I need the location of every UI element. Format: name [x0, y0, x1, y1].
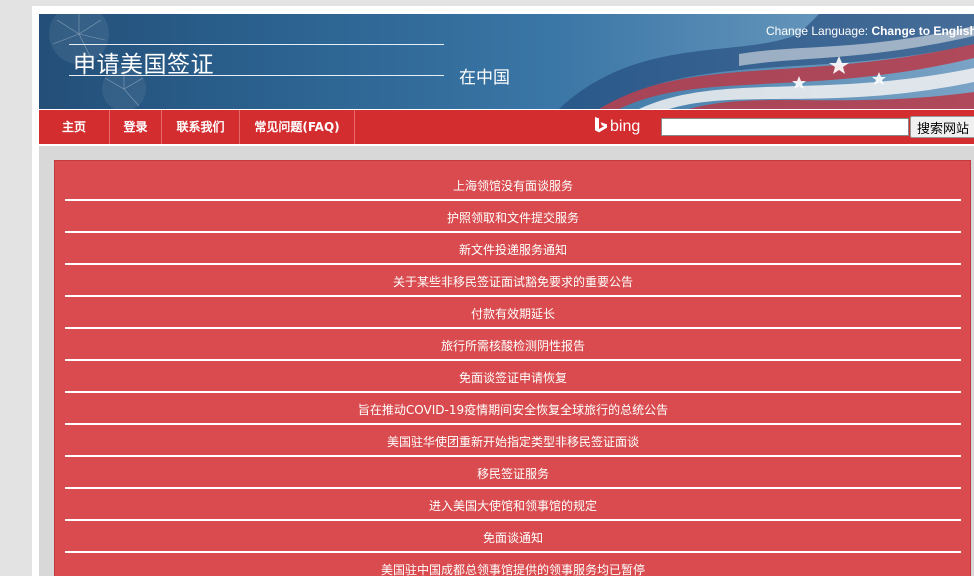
notice-link-interview-waiver-notice[interactable]: 免面谈通知	[65, 523, 961, 553]
nav-contact-us[interactable]: 联系我们	[162, 110, 240, 144]
page: 申请美国签证 在中国 Change Language: Change to En…	[32, 6, 974, 576]
bing-icon	[595, 117, 607, 133]
notice-link-chengdu-suspended[interactable]: 美国驻中国成都总领事馆提供的领事服务均已暂停	[65, 555, 961, 576]
bing-wordmark: bing	[610, 118, 641, 135]
notice-link-immigrant-visa-services[interactable]: 移民签证服务	[65, 459, 961, 489]
bing-logo: bing	[594, 116, 640, 138]
site-search-input[interactable]	[661, 118, 909, 136]
search-site-button[interactable]: 搜索网站	[910, 116, 974, 138]
site-title: 申请美国签证	[73, 52, 214, 78]
notice-link-waiver-resumed[interactable]: 免面谈签证申请恢复	[65, 363, 961, 393]
notice-link-covid-test-report[interactable]: 旅行所需核酸检测阴性报告	[65, 331, 961, 361]
notice-link-payment-extension[interactable]: 付款有效期延长	[65, 299, 961, 329]
notice-link-document-delivery[interactable]: 新文件投递服务通知	[65, 235, 961, 265]
notice-link-passport-pickup[interactable]: 护照领取和文件提交服务	[65, 203, 961, 233]
notice-link-interview-waiver-announcement[interactable]: 关于某些非移民签证面试豁免要求的重要公告	[65, 267, 961, 297]
change-language-link[interactable]: Change to English	[871, 24, 974, 38]
notice-link-interviews-resumed[interactable]: 美国驻华使团重新开始指定类型非移民签证面谈	[65, 427, 961, 457]
nav-faq[interactable]: 常见问题(FAQ)	[240, 110, 355, 144]
notice-panel: 上海领馆没有面谈服务 护照领取和文件提交服务 新文件投递服务通知 关于某些非移民…	[54, 160, 971, 576]
language-label: Change Language:	[766, 24, 872, 38]
notice-link-presidential-proclamation[interactable]: 旨在推动COVID-19疫情期间安全恢复全球旅行的总统公告	[65, 395, 961, 425]
main-nav: 主页 登录 联系我们 常见问题(FAQ) bing 搜索网站	[39, 110, 974, 144]
content-area: 上海领馆没有面谈服务 护照领取和文件提交服务 新文件投递服务通知 关于某些非移民…	[39, 146, 974, 576]
language-switcher: Change Language: Change to English	[766, 24, 974, 38]
nav-login[interactable]: 登录	[110, 110, 162, 144]
notice-link-entry-rules[interactable]: 进入美国大使馆和领事馆的规定	[65, 491, 961, 521]
site-subtitle: 在中国	[459, 68, 510, 88]
notice-link-shanghai-no-interview[interactable]: 上海领馆没有面谈服务	[65, 171, 961, 201]
site-banner: 申请美国签证 在中国 Change Language: Change to En…	[39, 14, 974, 109]
nav-home[interactable]: 主页	[39, 110, 110, 144]
